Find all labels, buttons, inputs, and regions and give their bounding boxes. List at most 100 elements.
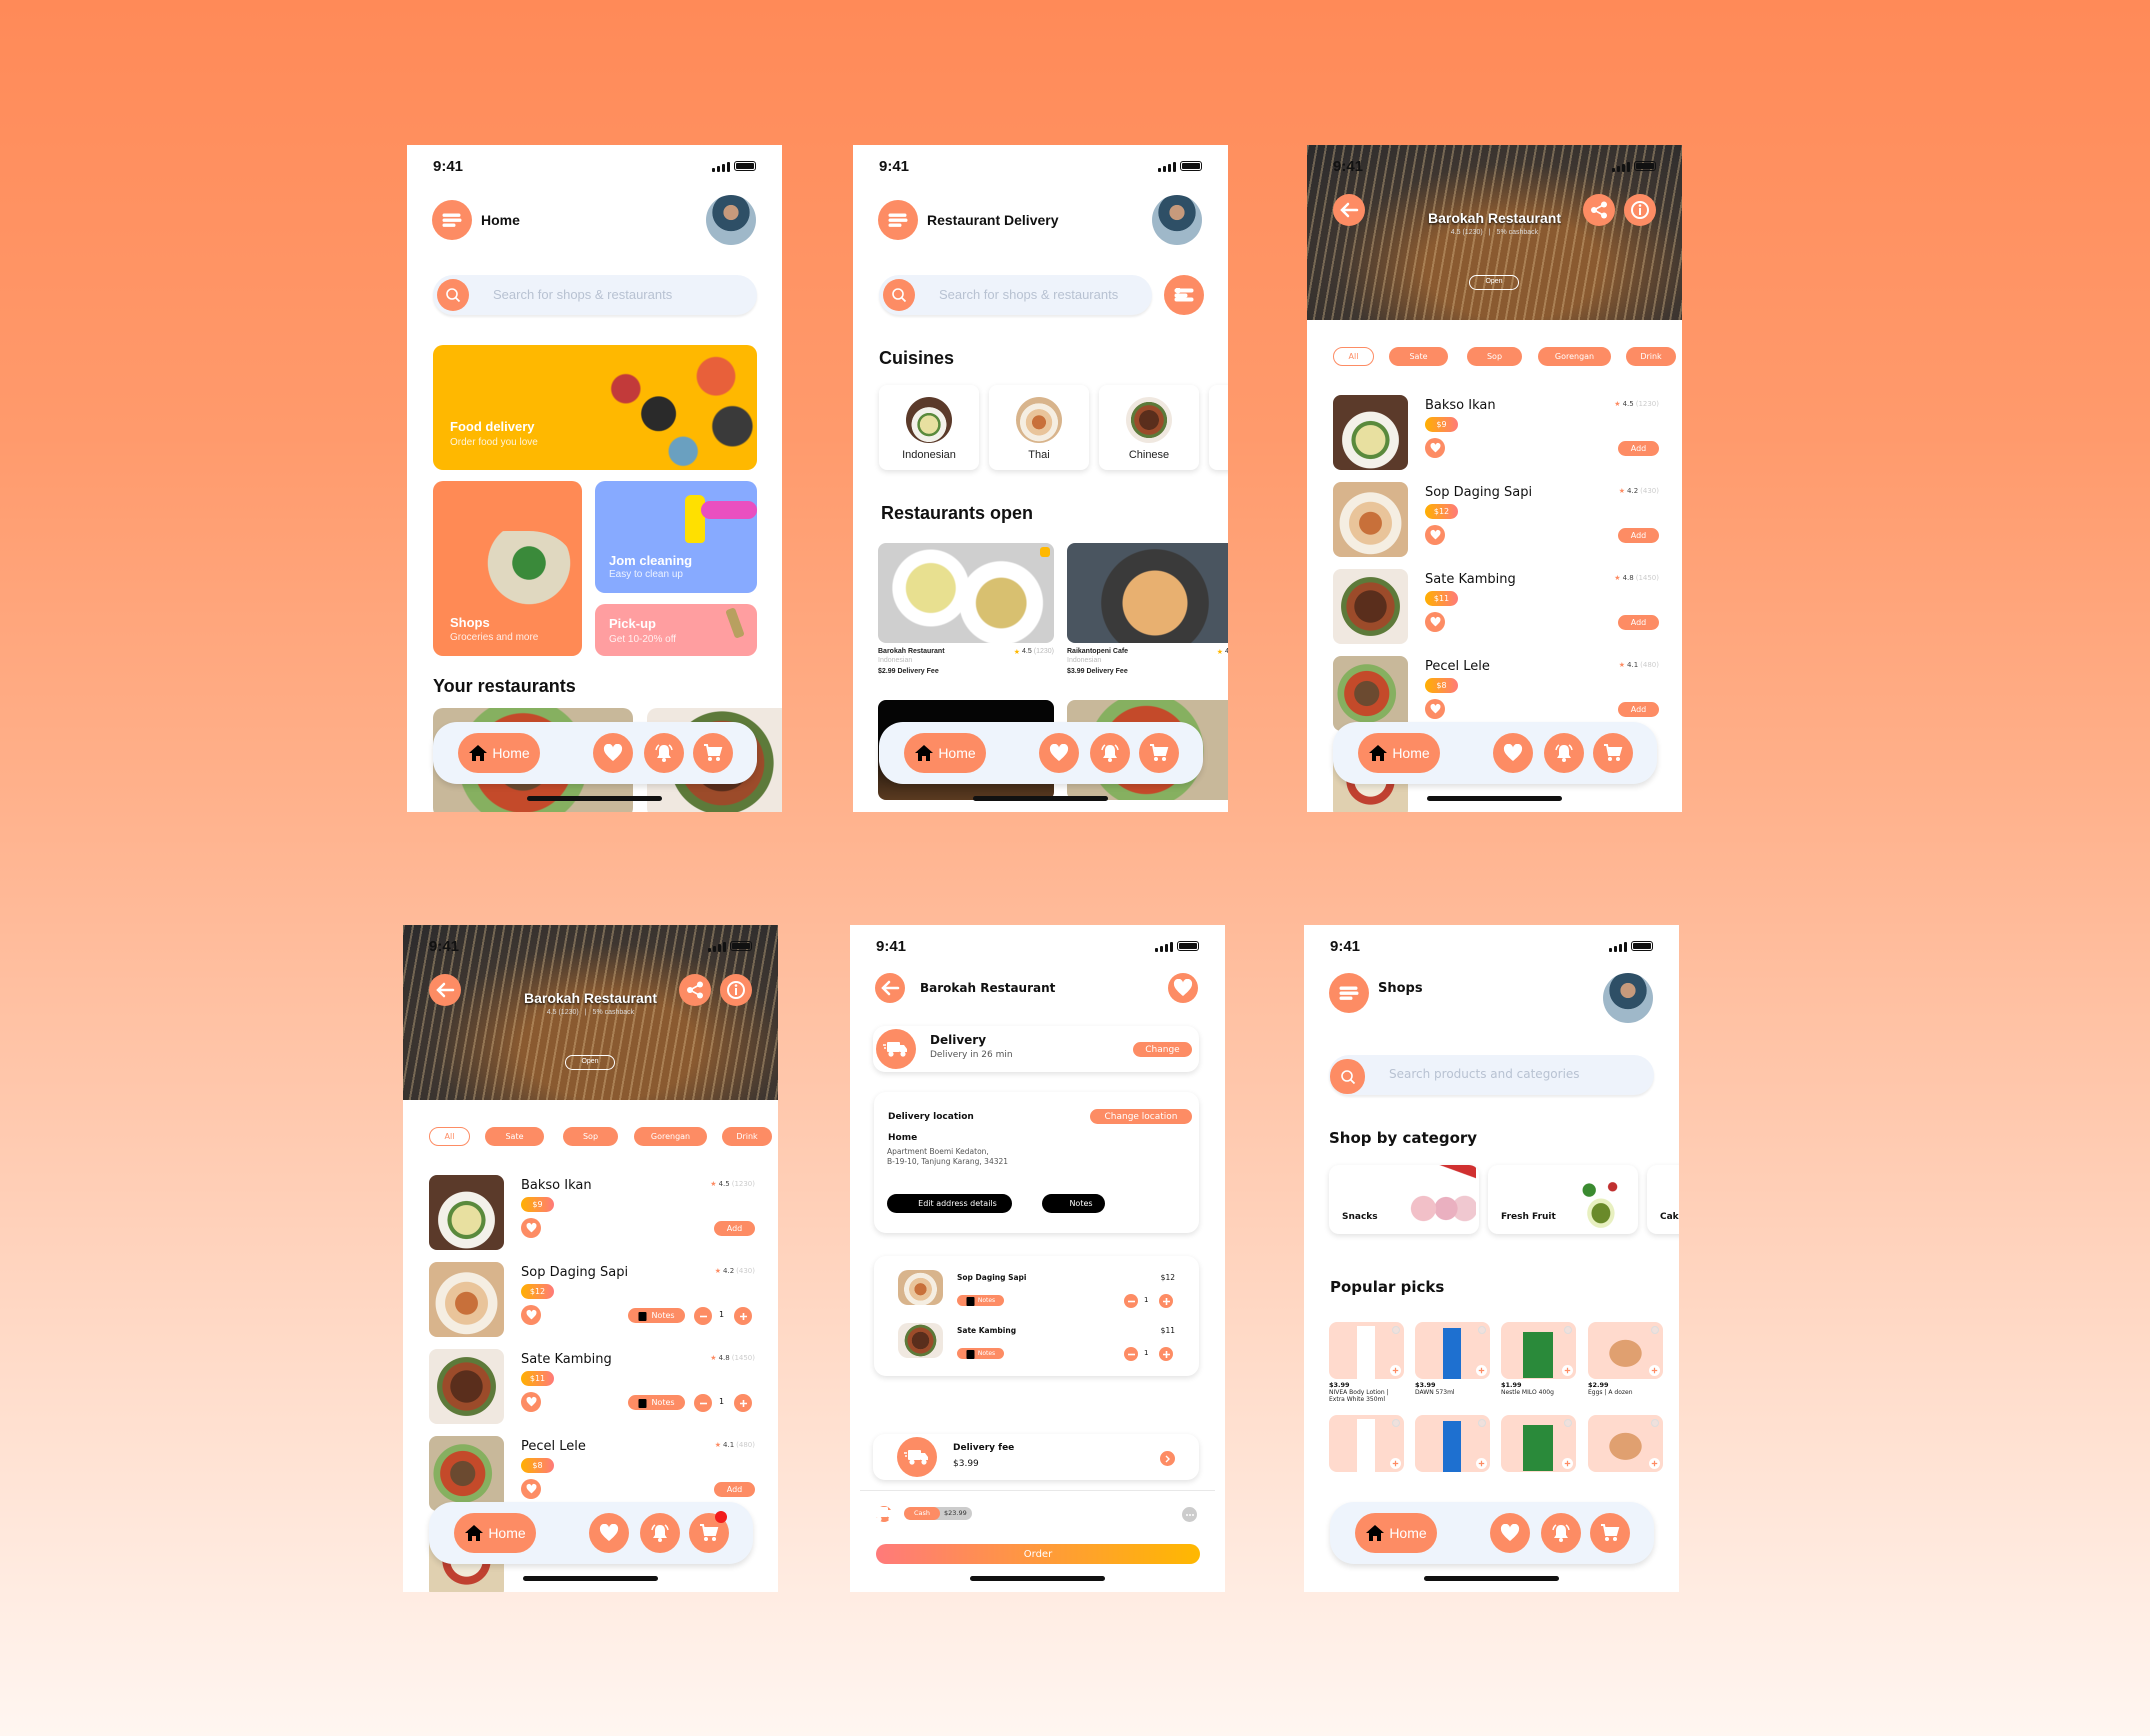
- payment-selector[interactable]: Cash $23.99: [904, 1507, 972, 1520]
- address-notes-button[interactable]: Notes: [1042, 1194, 1105, 1213]
- nav-cart-button[interactable]: [693, 733, 733, 773]
- nav-notifications-button[interactable]: [1541, 1513, 1581, 1553]
- nav-cart-button[interactable]: [1139, 733, 1179, 773]
- search-button[interactable]: [883, 279, 915, 311]
- category-chip-sop[interactable]: Sop: [563, 1127, 618, 1146]
- favorite-button[interactable]: [521, 1479, 541, 1499]
- category-card[interactable]: Fresh Fruit: [1488, 1165, 1638, 1234]
- increase-button[interactable]: [734, 1394, 752, 1412]
- more-options-button[interactable]: [1182, 1507, 1197, 1522]
- increase-button[interactable]: [734, 1307, 752, 1325]
- notes-button[interactable]: Notes: [628, 1308, 685, 1323]
- jom-cleaning-banner[interactable]: Jom cleaning Easy to clean up: [595, 481, 757, 593]
- nav-home-button[interactable]: Home: [904, 733, 986, 773]
- category-card[interactable]: Cak: [1647, 1165, 1679, 1234]
- add-button[interactable]: Add: [1618, 615, 1659, 630]
- filter-button[interactable]: [1164, 275, 1204, 315]
- category-chip-drink[interactable]: Drink: [722, 1127, 772, 1146]
- nav-notifications-button[interactable]: [1090, 733, 1130, 773]
- nav-notifications-button[interactable]: [1544, 733, 1584, 773]
- restaurant-card[interactable]: Raikantopeni Cafe Indonesian $3.99 Deliver…: [1067, 543, 1228, 683]
- edit-address-button[interactable]: Edit address details: [887, 1194, 1012, 1213]
- add-button[interactable]: Add: [714, 1221, 755, 1236]
- nav-favorites-button[interactable]: [593, 733, 633, 773]
- search-input[interactable]: Search products and categories: [1329, 1055, 1654, 1095]
- favorite-toggle[interactable]: [1564, 1419, 1572, 1427]
- add-to-cart-button[interactable]: [1562, 1458, 1573, 1469]
- menu-button[interactable]: [878, 200, 918, 240]
- nav-favorites-button[interactable]: [1493, 733, 1533, 773]
- favorite-toggle[interactable]: [1392, 1326, 1400, 1334]
- favorite-toggle[interactable]: [1392, 1419, 1400, 1427]
- avatar[interactable]: [706, 195, 756, 245]
- favorite-badge[interactable]: [1040, 547, 1050, 557]
- cuisine-card[interactable]: Indonesian: [879, 385, 979, 470]
- nav-home-button[interactable]: Home: [1355, 1513, 1437, 1553]
- product-card[interactable]: $3.99 DAWN 573ml: [1415, 1322, 1490, 1412]
- search-button[interactable]: [1330, 1059, 1365, 1094]
- nav-cart-button[interactable]: [1590, 1513, 1630, 1553]
- decrease-button[interactable]: [694, 1394, 712, 1412]
- nav-home-button[interactable]: Home: [458, 733, 540, 773]
- order-button[interactable]: Order: [876, 1544, 1200, 1564]
- menu-button[interactable]: [1329, 973, 1369, 1013]
- menu-button[interactable]: [432, 200, 472, 240]
- nav-notifications-button[interactable]: [644, 733, 684, 773]
- delivery-fee-chevron[interactable]: [1160, 1451, 1175, 1466]
- restaurant-card[interactable]: Barokah Restaurant Indonesian $2.99 Delive…: [878, 543, 1054, 683]
- add-to-cart-button[interactable]: [1390, 1458, 1401, 1469]
- favorite-button[interactable]: [521, 1392, 541, 1412]
- search-input[interactable]: Search for shops & restaurants: [879, 275, 1152, 315]
- product-card[interactable]: $2.99 Eggs | A dozen: [1588, 1322, 1663, 1412]
- notes-button[interactable]: Notes: [957, 1348, 1004, 1359]
- nav-home-button[interactable]: Home: [454, 1513, 536, 1553]
- product-card[interactable]: [1588, 1415, 1663, 1505]
- product-card[interactable]: [1415, 1415, 1490, 1505]
- nav-cart-button[interactable]: [1593, 733, 1633, 773]
- decrease-button[interactable]: [694, 1307, 712, 1325]
- search-input[interactable]: Search for shops & restaurants: [433, 275, 757, 315]
- category-chip-sate[interactable]: Sate: [1389, 347, 1448, 366]
- product-card[interactable]: [1329, 1415, 1404, 1505]
- product-card[interactable]: $3.99 NIVEA Body Lotion | Extra White 350…: [1329, 1322, 1404, 1412]
- product-card[interactable]: [1501, 1415, 1576, 1505]
- favorite-toggle[interactable]: [1651, 1326, 1659, 1334]
- nav-favorites-button[interactable]: [589, 1513, 629, 1553]
- category-chip-sate[interactable]: Sate: [485, 1127, 544, 1146]
- decrease-button[interactable]: [1124, 1294, 1138, 1308]
- search-button[interactable]: [437, 279, 469, 311]
- nav-home-button[interactable]: Home: [1358, 733, 1440, 773]
- cuisine-card[interactable]: Thai: [989, 385, 1089, 470]
- nav-favorites-button[interactable]: [1490, 1513, 1530, 1553]
- category-chip-all[interactable]: All: [429, 1127, 470, 1146]
- category-chip-sop[interactable]: Sop: [1467, 347, 1522, 366]
- product-card[interactable]: $1.99 Nestle MILO 400g: [1501, 1322, 1576, 1412]
- favorite-button[interactable]: [1425, 699, 1445, 719]
- add-button[interactable]: Add: [1618, 528, 1659, 543]
- add-button[interactable]: Add: [1618, 441, 1659, 456]
- avatar[interactable]: [1603, 973, 1653, 1023]
- add-to-cart-button[interactable]: [1649, 1365, 1660, 1376]
- favorite-toggle[interactable]: [1478, 1326, 1486, 1334]
- notes-button[interactable]: Notes: [628, 1395, 685, 1410]
- avatar[interactable]: [1152, 195, 1202, 245]
- add-button[interactable]: Add: [1618, 702, 1659, 717]
- category-chip-gorengan[interactable]: Gorengan: [1538, 347, 1611, 366]
- increase-button[interactable]: [1159, 1347, 1173, 1361]
- notes-button[interactable]: Notes: [957, 1295, 1004, 1306]
- category-card[interactable]: Snacks: [1329, 1165, 1479, 1234]
- category-chip-gorengan[interactable]: Gorengan: [634, 1127, 707, 1146]
- nav-favorites-button[interactable]: [1039, 733, 1079, 773]
- category-chip-all[interactable]: All: [1333, 347, 1374, 366]
- add-button[interactable]: Add: [714, 1482, 755, 1497]
- pickup-banner[interactable]: Pick-up Get 10-20% off: [595, 604, 757, 656]
- decrease-button[interactable]: [1124, 1347, 1138, 1361]
- favorite-button[interactable]: [521, 1218, 541, 1238]
- favorite-button[interactable]: [1425, 525, 1445, 545]
- add-to-cart-button[interactable]: [1390, 1365, 1401, 1376]
- change-location-button[interactable]: Change location: [1090, 1109, 1192, 1124]
- back-button[interactable]: [875, 973, 905, 1003]
- increase-button[interactable]: [1159, 1294, 1173, 1308]
- cuisine-card[interactable]: Chinese: [1099, 385, 1199, 470]
- favorite-toggle[interactable]: [1478, 1419, 1486, 1427]
